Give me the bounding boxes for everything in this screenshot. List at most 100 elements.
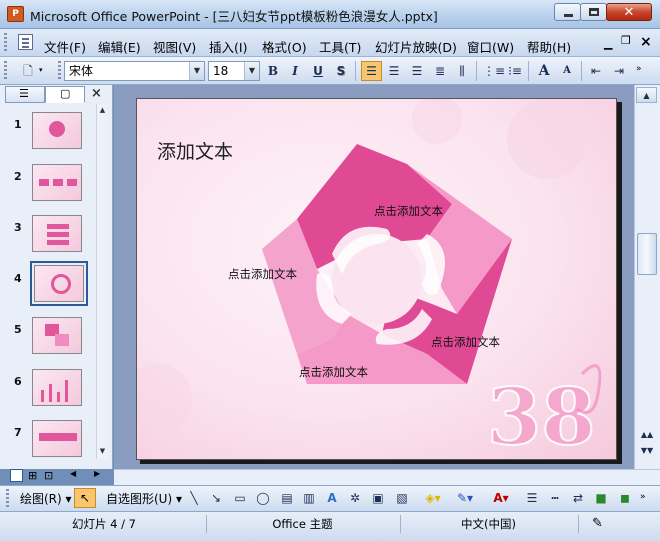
diagram-icon[interactable]: ✲ — [346, 490, 364, 506]
drawbar-grip[interactable] — [6, 489, 9, 507]
align-right-button[interactable]: ☰ — [408, 62, 426, 80]
normal-view-icon[interactable] — [10, 469, 23, 482]
line-style-icon[interactable]: ☰ — [523, 490, 541, 506]
text-placeholder-3[interactable]: 点击添加文本 — [431, 334, 500, 350]
draw-menu-button[interactable]: 绘图(R) ▾ — [20, 490, 72, 507]
3d-style-icon[interactable]: ◼ — [616, 490, 634, 506]
slide-thumbnail-6[interactable] — [32, 369, 82, 406]
shrink-font-button[interactable]: A — [558, 62, 576, 80]
align-center-button[interactable]: ☰ — [385, 62, 403, 80]
rectangle-tool-icon[interactable]: ▭ — [231, 490, 249, 506]
align-left-button[interactable]: ☰ — [361, 61, 382, 81]
slideshow-view-icon[interactable]: ⊡ — [44, 469, 53, 482]
tab-slides[interactable]: ▢ — [45, 86, 85, 103]
language-indicator[interactable]: 中文(中国) — [400, 515, 576, 533]
scrollbar-thumb[interactable] — [637, 233, 657, 275]
menu-window[interactable]: 窗口(W) — [467, 37, 514, 56]
autoshapes-button[interactable]: 自选图形(U) ▾ — [106, 490, 182, 507]
doc-restore-icon[interactable]: ❐ — [621, 34, 631, 47]
oval-tool-icon[interactable]: ◯ — [254, 490, 272, 506]
bold-button[interactable]: B — [264, 62, 282, 80]
thumb-shape — [47, 240, 69, 245]
scroll-right-icon[interactable]: ▶ — [94, 469, 100, 478]
menu-tools[interactable]: 工具(T) — [319, 37, 361, 56]
next-slide-icon[interactable]: ▼▼ — [637, 444, 657, 458]
shadow-style-icon[interactable]: ■ — [592, 490, 610, 506]
menu-help[interactable]: 帮助(H) — [527, 37, 571, 56]
menu-file[interactable]: 文件(F) — [44, 37, 86, 56]
close-panel-icon[interactable]: × — [91, 86, 102, 101]
menu-format[interactable]: 格式(O) — [262, 37, 307, 56]
toolbar-grip-2[interactable] — [58, 61, 61, 81]
shadow-button[interactable]: S — [332, 62, 350, 80]
sorter-view-icon[interactable]: ⊞ — [28, 469, 37, 482]
maximize-button[interactable] — [580, 3, 607, 21]
clipart-icon[interactable]: ▣ — [369, 490, 387, 506]
toolbar-grip[interactable] — [4, 61, 7, 81]
vertical-textbox-icon[interactable]: ▥ — [300, 490, 318, 506]
spelling-check-icon[interactable]: ✎ — [578, 515, 616, 533]
doc-minimize-icon[interactable]: ▁ — [604, 37, 612, 50]
horizontal-scrollbar[interactable] — [114, 469, 660, 485]
thumbnail-scrollbar[interactable]: ▲ ▼ — [96, 104, 108, 459]
scroll-up-icon[interactable]: ▲ — [97, 106, 108, 118]
justify-button[interactable]: ≣ — [431, 62, 449, 80]
slide-thumbnail-1[interactable] — [32, 112, 82, 149]
picture-icon[interactable]: ▧ — [393, 490, 411, 506]
underline-button[interactable]: U — [309, 62, 327, 80]
scroll-up-icon[interactable]: ▲ — [636, 87, 657, 103]
thumb-shape — [67, 179, 77, 186]
bullets-button[interactable]: ⁝≡ — [506, 62, 524, 80]
arrow-tool-icon[interactable]: ↘ — [208, 490, 224, 506]
slide-thumbnail-2[interactable] — [32, 164, 82, 201]
scroll-down-icon[interactable]: ▼ — [97, 447, 108, 459]
font-color-icon[interactable]: A▾ — [490, 490, 512, 506]
menu-slideshow[interactable]: 幻灯片放映(D) — [375, 37, 457, 56]
bg-flower — [507, 99, 587, 179]
toolbar-separator — [355, 61, 356, 81]
close-window-button[interactable]: ✕ — [606, 3, 652, 21]
toolbar-options-icon[interactable]: » — [636, 64, 642, 74]
font-name-select[interactable]: 宋体 ▼ — [64, 61, 205, 81]
current-slide[interactable]: 38 添加文本 点击添加文本 点击添加文本 点击添加文本 点击添加文本 — [136, 98, 617, 460]
toolbar-options-icon[interactable]: ▾ — [39, 66, 43, 74]
arrow-style-icon[interactable]: ⇄ — [569, 490, 587, 506]
document-icon[interactable] — [18, 34, 33, 50]
line-tool-icon[interactable]: ╲ — [186, 490, 202, 506]
minimize-button[interactable] — [554, 3, 581, 21]
wordart-icon[interactable]: A — [323, 490, 341, 506]
slide-thumbnail-4[interactable] — [30, 261, 88, 306]
select-objects-button[interactable]: ↖ — [74, 488, 96, 508]
fill-color-icon[interactable]: ◈▾ — [422, 490, 444, 506]
slide-title-placeholder[interactable]: 添加文本 — [157, 137, 233, 164]
new-document-icon[interactable]: 🗋 — [19, 62, 37, 80]
font-size-select[interactable]: 18 ▼ — [208, 61, 260, 81]
slide-thumbnail-3[interactable] — [32, 215, 82, 252]
previous-slide-icon[interactable]: ▲▲ — [637, 428, 657, 442]
toolbar-options-icon[interactable]: » — [640, 492, 646, 502]
italic-button[interactable]: I — [286, 62, 304, 80]
increase-indent-button[interactable]: ⇥ — [610, 62, 628, 80]
menu-view[interactable]: 视图(V) — [153, 37, 196, 56]
numbering-button[interactable]: ⋮≡ — [483, 62, 505, 80]
scroll-left-icon[interactable]: ◀ — [70, 469, 76, 478]
menu-insert[interactable]: 插入(I) — [209, 37, 247, 56]
doc-close-icon[interactable]: × — [640, 34, 652, 50]
tab-outline[interactable]: ☰ — [5, 86, 45, 103]
line-color-icon[interactable]: ✎▾ — [454, 490, 476, 506]
dash-style-icon[interactable]: ┅ — [546, 490, 564, 506]
chevron-down-icon: ▼ — [244, 62, 259, 80]
text-placeholder-1[interactable]: 点击添加文本 — [374, 203, 443, 219]
slide-scrollbar[interactable] — [634, 85, 660, 469]
menu-grip[interactable] — [4, 33, 7, 53]
text-placeholder-4[interactable]: 点击添加文本 — [299, 364, 368, 380]
slide-thumbnail-7[interactable] — [32, 420, 82, 457]
grow-font-button[interactable]: A — [535, 62, 553, 80]
textbox-tool-icon[interactable]: ▤ — [278, 490, 296, 506]
text-placeholder-2[interactable]: 点击添加文本 — [228, 266, 297, 282]
decrease-indent-button[interactable]: ⇤ — [587, 62, 605, 80]
menu-edit[interactable]: 编辑(E) — [98, 37, 141, 56]
powerpoint-app-icon[interactable]: P — [7, 6, 24, 22]
distribute-button[interactable]: ⫼ — [453, 62, 471, 80]
slide-thumbnail-5[interactable] — [32, 317, 82, 354]
